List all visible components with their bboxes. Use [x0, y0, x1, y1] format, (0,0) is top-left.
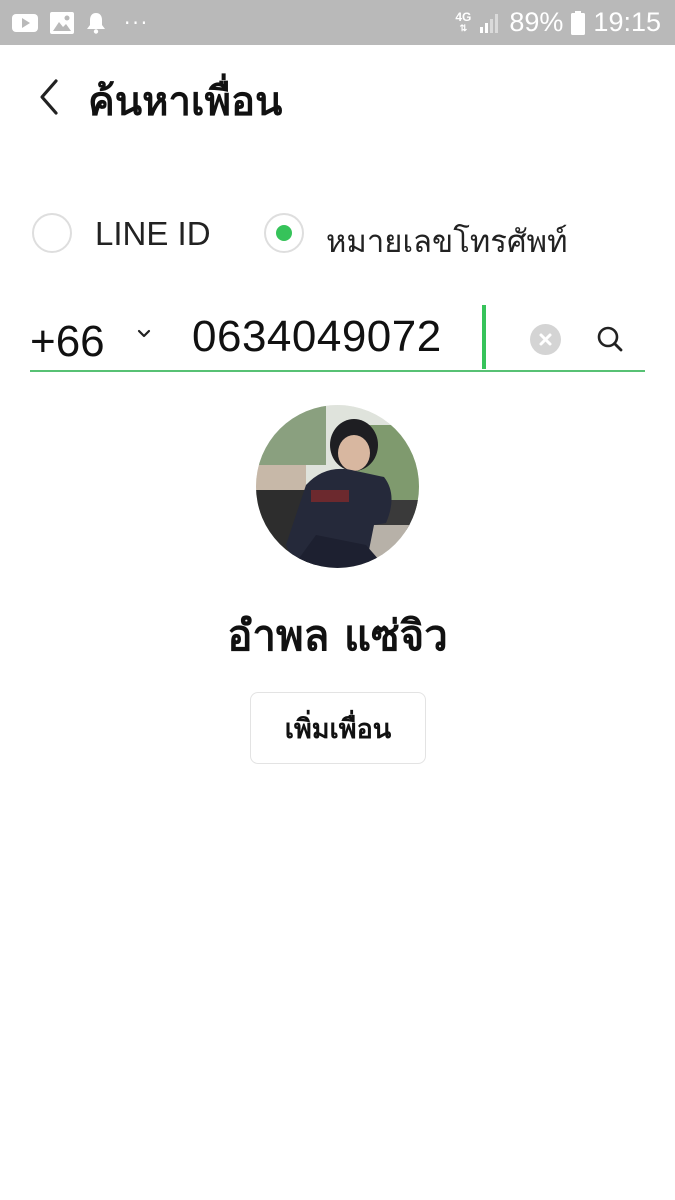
- chevron-left-icon: [40, 79, 58, 115]
- country-code-selector[interactable]: +66: [30, 317, 105, 367]
- profile-name: อำพล แซ่จิว: [227, 611, 448, 660]
- status-bar-left: ···: [12, 0, 149, 45]
- search-button[interactable]: [595, 324, 625, 354]
- gallery-icon: [50, 11, 74, 34]
- youtube-icon: [12, 13, 38, 32]
- clear-icon: [539, 333, 552, 346]
- radio-phone-number[interactable]: [264, 213, 304, 253]
- search-icon: [597, 326, 623, 352]
- data-arrows: ⇅: [459, 22, 468, 33]
- battery-icon: [571, 10, 586, 35]
- notification-bell-icon: [87, 12, 105, 34]
- more-dots-icon: ···: [124, 10, 150, 35]
- text-cursor: [482, 305, 486, 369]
- header: ค้นหาเพื่อน: [0, 45, 675, 155]
- radio-line-id[interactable]: [32, 213, 72, 253]
- battery-percent: 89%: [509, 7, 564, 37]
- search-type-selector: LINE ID หมายเลขโทรศัพท์: [0, 213, 675, 263]
- signal-icon: [480, 13, 499, 33]
- radio-phone-number-label[interactable]: หมายเลขโทรศัพท์: [326, 216, 568, 266]
- network-label: 4G: [455, 9, 472, 24]
- clock: 19:15: [593, 7, 661, 37]
- clear-button[interactable]: [530, 324, 561, 355]
- network-type: 4G ⇅: [455, 9, 472, 34]
- back-button[interactable]: [30, 75, 70, 119]
- add-friend-button[interactable]: เพิ่มเพื่อน: [250, 692, 426, 764]
- status-bar-right: 4G ⇅ 89% 19:15: [455, 0, 661, 45]
- profile-avatar[interactable]: [256, 405, 419, 568]
- phone-number-input[interactable]: [192, 309, 492, 365]
- chevron-down-icon[interactable]: [136, 327, 152, 341]
- phone-search-bar: +66: [30, 305, 645, 372]
- radio-line-id-label[interactable]: LINE ID: [95, 215, 211, 253]
- page-title: ค้นหาเพื่อน: [88, 79, 283, 125]
- status-bar: ··· 4G ⇅ 89% 19:15: [0, 0, 675, 45]
- profile-photo: [256, 405, 419, 568]
